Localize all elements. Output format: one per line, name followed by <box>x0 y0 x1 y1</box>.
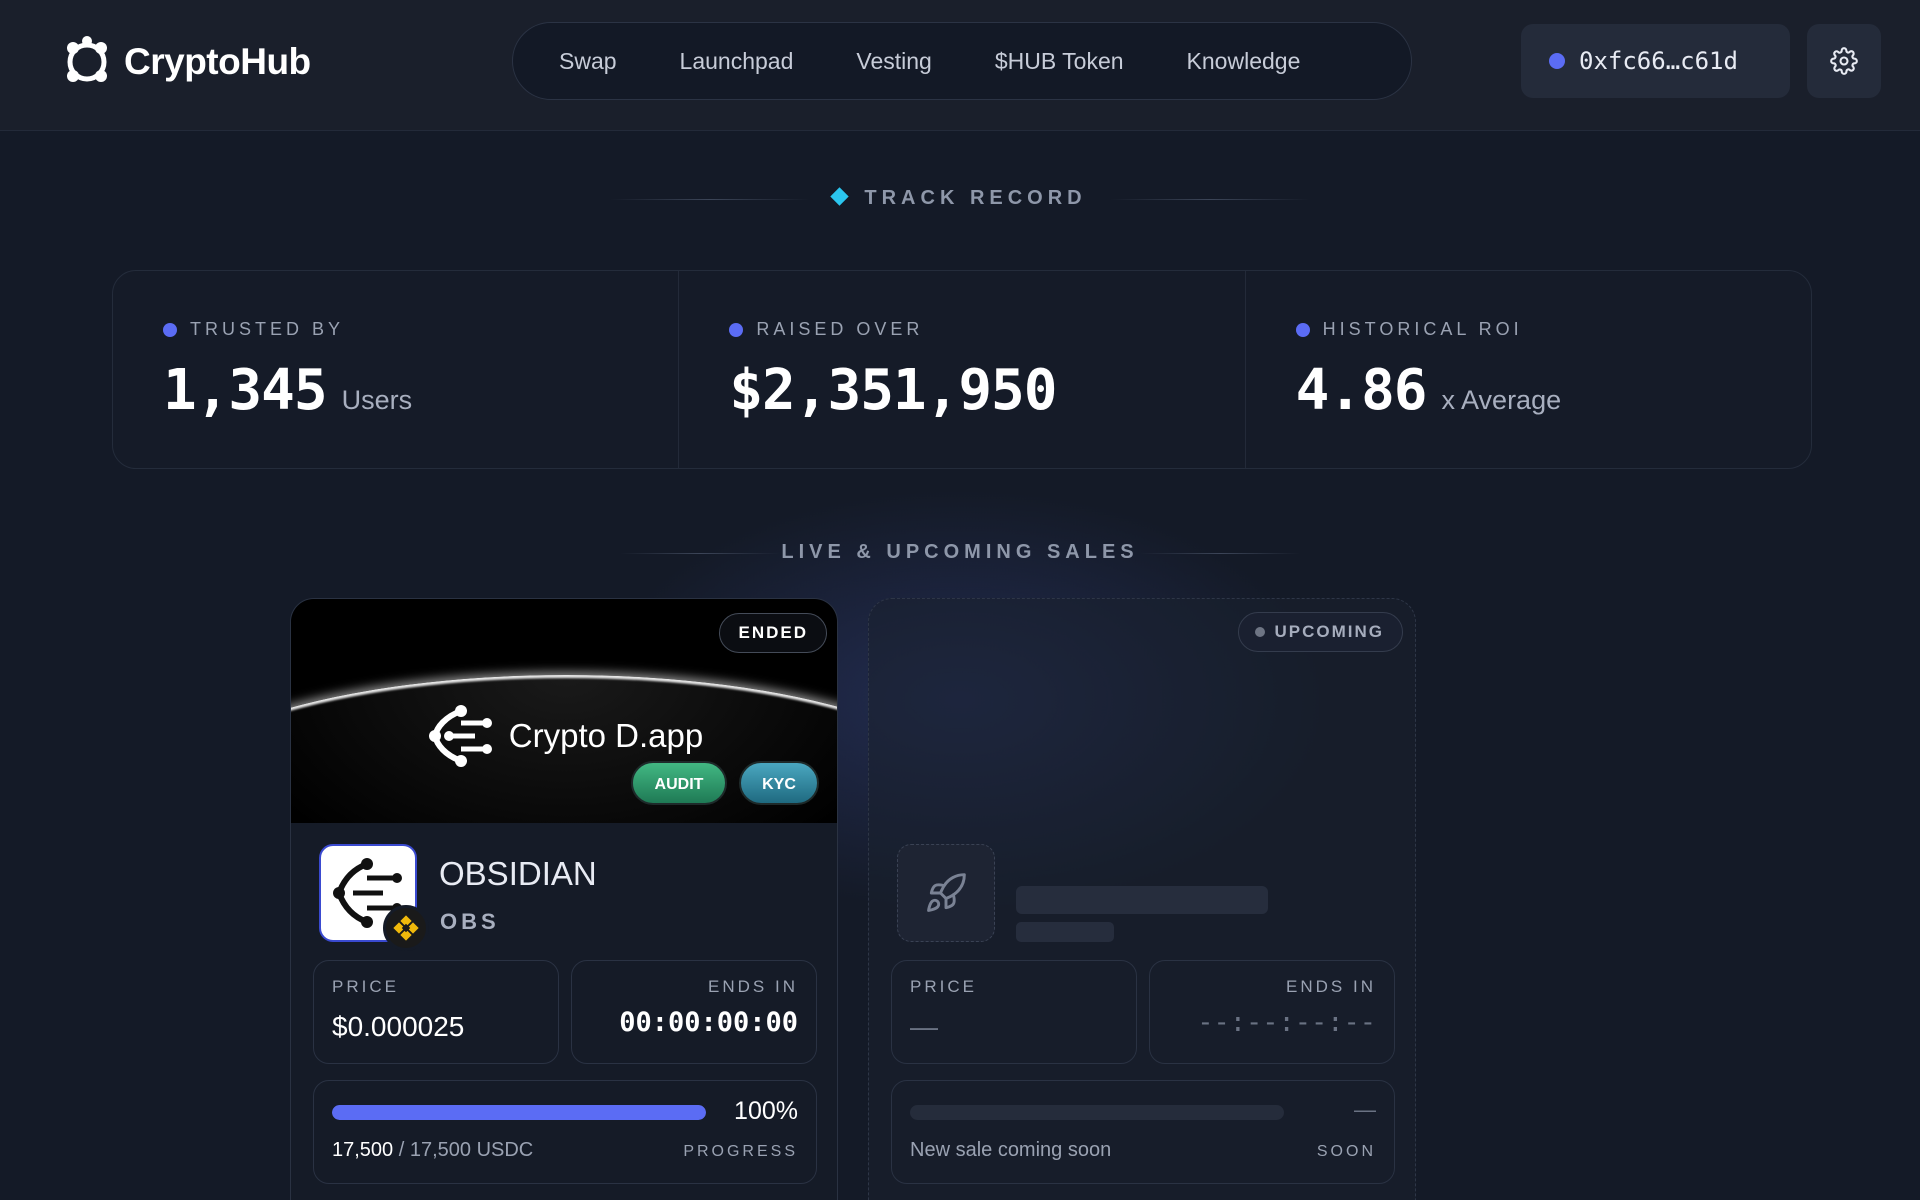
stat-number: $2,351,950 <box>729 358 1057 423</box>
bullet-dot <box>1295 322 1310 337</box>
sale-card-obsidian[interactable]: ENDED Crypto D.app AUDIT KYC OBSIDIAN OB… <box>290 598 838 1200</box>
raised-amount: 17,500 <box>332 1139 394 1161</box>
progress-bar <box>910 1105 1284 1120</box>
stat-value: 1,345 Users <box>163 358 678 423</box>
ends-in-label: ENDS IN <box>708 977 798 996</box>
project-banner: ENDED Crypto D.app AUDIT KYC <box>291 599 837 823</box>
stat-label-text: RAISED OVER <box>756 319 924 339</box>
stat-label: TRUSTED BY <box>163 319 678 340</box>
status-badge: ENDED <box>719 613 827 653</box>
nav-vesting[interactable]: Vesting <box>856 48 931 75</box>
status-dot <box>1254 627 1265 637</box>
progress-percent: 100% <box>734 1097 798 1125</box>
kyc-tag[interactable]: KYC <box>739 761 819 805</box>
gear-icon <box>1830 47 1858 75</box>
stat-number: 1,345 <box>163 358 328 423</box>
wallet-button[interactable]: 0xfc66…c61d <box>1521 24 1790 98</box>
progress-box: — New sale coming soon SOON <box>891 1080 1395 1184</box>
stats-panel: TRUSTED BY 1,345 Users RAISED OVER $2,35… <box>112 270 1812 469</box>
progress-fill <box>332 1105 706 1120</box>
stat-unit: Users <box>341 385 413 415</box>
stat-label: HISTORICAL ROI <box>1295 319 1811 340</box>
stat-label-text: HISTORICAL ROI <box>1322 319 1523 339</box>
price-value: $0.000025 <box>332 1011 465 1042</box>
top-header: CryptoHub Swap Launchpad Vesting $HUB To… <box>0 0 1920 131</box>
nav-hub-token[interactable]: $HUB Token <box>995 48 1124 75</box>
track-record-label: TRACK RECORD <box>864 187 1087 209</box>
placeholder-logo <box>897 844 995 942</box>
audit-tag[interactable]: AUDIT <box>631 761 727 805</box>
progress-box: 100% 17,500 / 17,500 USDC PROGRESS <box>313 1080 817 1184</box>
stat-unit: x Average <box>1441 385 1562 415</box>
ends-in-box: ENDS IN --:--:--:-- <box>1149 960 1395 1064</box>
goal-amount: / 17,500 USDC <box>398 1139 534 1161</box>
banner-brand-name: Crypto D.app <box>508 717 704 754</box>
crypto-dapp-logo-icon <box>428 705 492 767</box>
nav-launchpad[interactable]: Launchpad <box>680 48 794 75</box>
symbol-skeleton <box>1016 922 1114 942</box>
wallet-status-dot <box>1549 53 1565 69</box>
progress-label: SOON <box>1316 1143 1376 1160</box>
stat-trusted-by: TRUSTED BY 1,345 Users <box>113 271 680 468</box>
ends-in-label: ENDS IN <box>1286 977 1376 996</box>
brand-logo[interactable]: CryptoHub <box>60 34 311 90</box>
progress-bar <box>332 1105 706 1120</box>
price-label: PRICE <box>332 977 399 996</box>
settings-button[interactable] <box>1807 24 1881 98</box>
price-value: — <box>910 1011 938 1042</box>
stat-label-text: TRUSTED BY <box>190 319 345 339</box>
stat-label: RAISED OVER <box>729 319 1244 340</box>
ends-in-box: ENDS IN 00:00:00:00 <box>571 960 817 1064</box>
sales-title: LIVE & UPCOMING SALES <box>781 541 1139 563</box>
cryptohub-logo-icon <box>67 36 107 82</box>
nav-swap[interactable]: Swap <box>559 48 617 75</box>
stat-value: 4.86 x Average <box>1296 358 1811 423</box>
stat-raised-over: RAISED OVER $2,351,950 <box>679 271 1246 468</box>
sale-card-upcoming[interactable]: UPCOMING PRICE — ENDS IN --:--:--:-- — N… <box>868 598 1416 1200</box>
diamond-icon <box>830 187 850 206</box>
track-record-title: TRACK RECORD <box>0 187 1920 210</box>
stat-number: 4.86 <box>1295 358 1428 423</box>
status-text: UPCOMING <box>1274 622 1384 641</box>
rocket-icon <box>927 873 966 912</box>
stat-value: $2,351,950 <box>729 358 1244 423</box>
nav-knowledge[interactable]: Knowledge <box>1187 48 1301 75</box>
price-box: PRICE — <box>891 960 1137 1064</box>
progress-amount: 17,500 / 17,500 USDC <box>332 1139 533 1162</box>
stat-historical-roi: HISTORICAL ROI 4.86 x Average <box>1246 271 1811 468</box>
wallet-address: 0xfc66…c61d <box>1579 47 1738 75</box>
main-nav: Swap Launchpad Vesting $HUB Token Knowle… <box>512 22 1412 100</box>
status-badge: UPCOMING <box>1237 612 1403 652</box>
countdown-value: --:--:--:-- <box>1197 1007 1376 1038</box>
progress-percent: — <box>1354 1097 1376 1122</box>
token-name: OBSIDIAN <box>439 855 597 892</box>
banner-brand: Crypto D.app <box>291 703 837 769</box>
brand-name: CryptoHub <box>124 41 311 82</box>
name-skeleton <box>1016 886 1268 914</box>
bullet-dot <box>729 322 744 337</box>
price-box: PRICE $0.000025 <box>313 960 559 1064</box>
bullet-dot <box>163 322 177 337</box>
countdown-value: 00:00:00:00 <box>619 1007 798 1038</box>
token-symbol: OBS <box>440 909 500 934</box>
coming-soon-note: New sale coming soon <box>910 1139 1112 1161</box>
price-label: PRICE <box>910 977 977 996</box>
bnb-chain-icon <box>383 905 429 951</box>
progress-label: PROGRESS <box>683 1143 798 1160</box>
